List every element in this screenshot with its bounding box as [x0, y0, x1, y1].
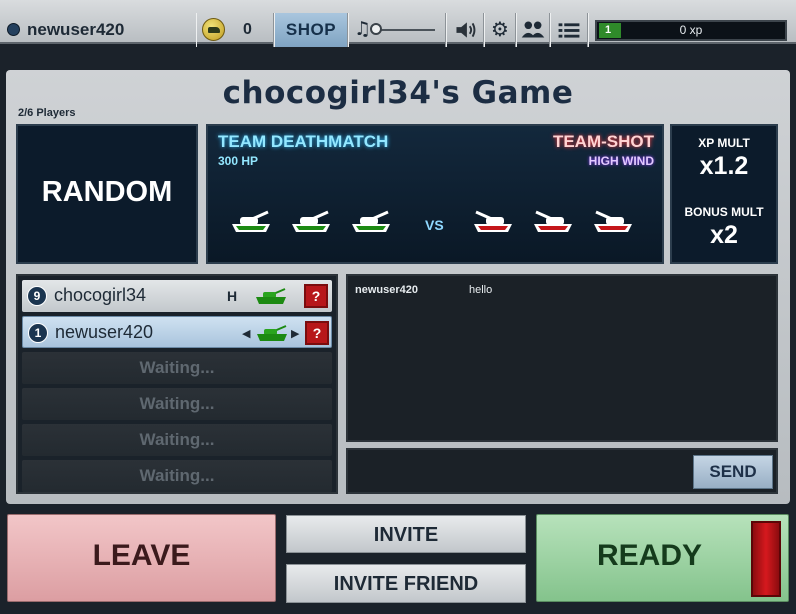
player-tank-icon [257, 325, 287, 341]
multiplier-panel: XP MULT x1.2 BONUS MULT x2 [670, 124, 778, 264]
versus-label: VS [425, 217, 444, 233]
level-badge: 9 [27, 286, 47, 306]
menu-button[interactable] [550, 13, 588, 47]
top-bar: newuser420 0 SHOP ♫ ⚙ 1 0 xp [0, 0, 796, 47]
ready-status-indicator [751, 521, 781, 597]
game-mode-name: TEAM DEATHMATCH [218, 132, 389, 151]
waiting-slot: Waiting... [22, 460, 332, 492]
player-tank-icon [256, 288, 286, 304]
chat-log[interactable]: newuser420 hello [346, 274, 778, 442]
invite-friend-button[interactable]: INVITE FRIEND [286, 564, 526, 603]
players-count: 2/6 Players [18, 107, 76, 119]
player-info-button[interactable]: ? [305, 321, 329, 345]
next-tank-arrow[interactable]: ▶ [291, 327, 299, 340]
invite-label: INVITE [373, 524, 439, 546]
player-list: 9 chocogirl34 H ? 1 newuser420 ◀ ▶ ? Wai… [16, 274, 338, 494]
chat-input[interactable]: SEND [346, 448, 778, 494]
level-badge: 1 [28, 323, 48, 343]
invite-friend-label: INVITE FRIEND [333, 573, 479, 595]
waiting-slot: Waiting... [22, 424, 332, 456]
music-note-icon[interactable]: ♫ [354, 18, 371, 40]
xp-panel: 1 0 xp [588, 13, 796, 47]
list-icon [558, 23, 580, 38]
red-tank-icon [594, 210, 632, 232]
xp-mult-value: x1.2 [699, 152, 749, 180]
green-tank-icon [232, 210, 270, 232]
settings-button[interactable]: ⚙ [484, 13, 516, 47]
red-tank-icon [474, 210, 512, 232]
player-name: newuser420 [55, 322, 154, 342]
shop-label: SHOP [285, 20, 337, 39]
hp-setting: 300 HP [218, 154, 259, 168]
shop-button[interactable]: SHOP [274, 13, 348, 47]
leave-label: LEAVE [92, 539, 191, 572]
map-name: RANDOM [41, 176, 173, 208]
user-info[interactable]: newuser420 [0, 13, 196, 47]
gear-icon: ⚙ [491, 17, 509, 41]
xp-text: 0 xp [679, 23, 703, 37]
speaker-icon [456, 22, 476, 38]
send-button[interactable]: SEND [693, 455, 773, 489]
map-selector[interactable]: RANDOM [16, 124, 198, 264]
bonus-mult-value: x2 [710, 221, 738, 249]
host-tag: H [227, 288, 238, 304]
music-volume: ♫ [348, 13, 446, 47]
player-row[interactable]: 1 newuser420 ◀ ▶ ? [22, 316, 332, 348]
green-tank-icon [292, 210, 330, 232]
music-slider-track[interactable] [373, 29, 435, 31]
green-tank-icon [352, 210, 390, 232]
game-title: chocogirl34's Game [222, 75, 574, 111]
online-status-icon [7, 23, 20, 36]
ready-button[interactable]: READY [536, 514, 789, 602]
player-row[interactable]: 9 chocogirl34 H ? [22, 280, 332, 312]
chat-message: hello [469, 284, 493, 296]
player-info-button[interactable]: ? [304, 284, 328, 308]
prev-tank-arrow[interactable]: ◀ [242, 327, 250, 340]
username: newuser420 [27, 20, 125, 39]
coin-balance: 0 [196, 13, 274, 47]
bonus-mult-label: BONUS MULT [684, 205, 764, 219]
game-lobby-panel: chocogirl34's Game 2/6 Players RANDOM TE… [6, 70, 790, 504]
wind-setting: HIGH WIND [588, 154, 654, 168]
xp-mult-label: XP MULT [698, 136, 750, 150]
ready-label: READY [596, 539, 702, 572]
weapon-setting: TEAM-SHOT [552, 132, 654, 151]
leave-button[interactable]: LEAVE [7, 514, 276, 602]
music-slider-knob[interactable] [370, 23, 382, 35]
game-mode-panel[interactable]: TEAM DEATHMATCH 300 HP TEAM-SHOT HIGH WI… [206, 124, 664, 264]
player-name: chocogirl34 [54, 285, 147, 305]
waiting-slot: Waiting... [22, 352, 332, 384]
waiting-slot: Waiting... [22, 388, 332, 420]
friends-button[interactable] [516, 13, 550, 47]
xp-bar: 1 0 xp [595, 20, 787, 41]
chat-username: newuser420 [355, 284, 418, 296]
red-tank-icon [534, 210, 572, 232]
coin-icon [202, 18, 225, 41]
sound-button[interactable] [446, 13, 484, 47]
invite-button[interactable]: INVITE [286, 515, 526, 553]
coin-count: 0 [243, 21, 252, 38]
people-icon [521, 21, 545, 38]
